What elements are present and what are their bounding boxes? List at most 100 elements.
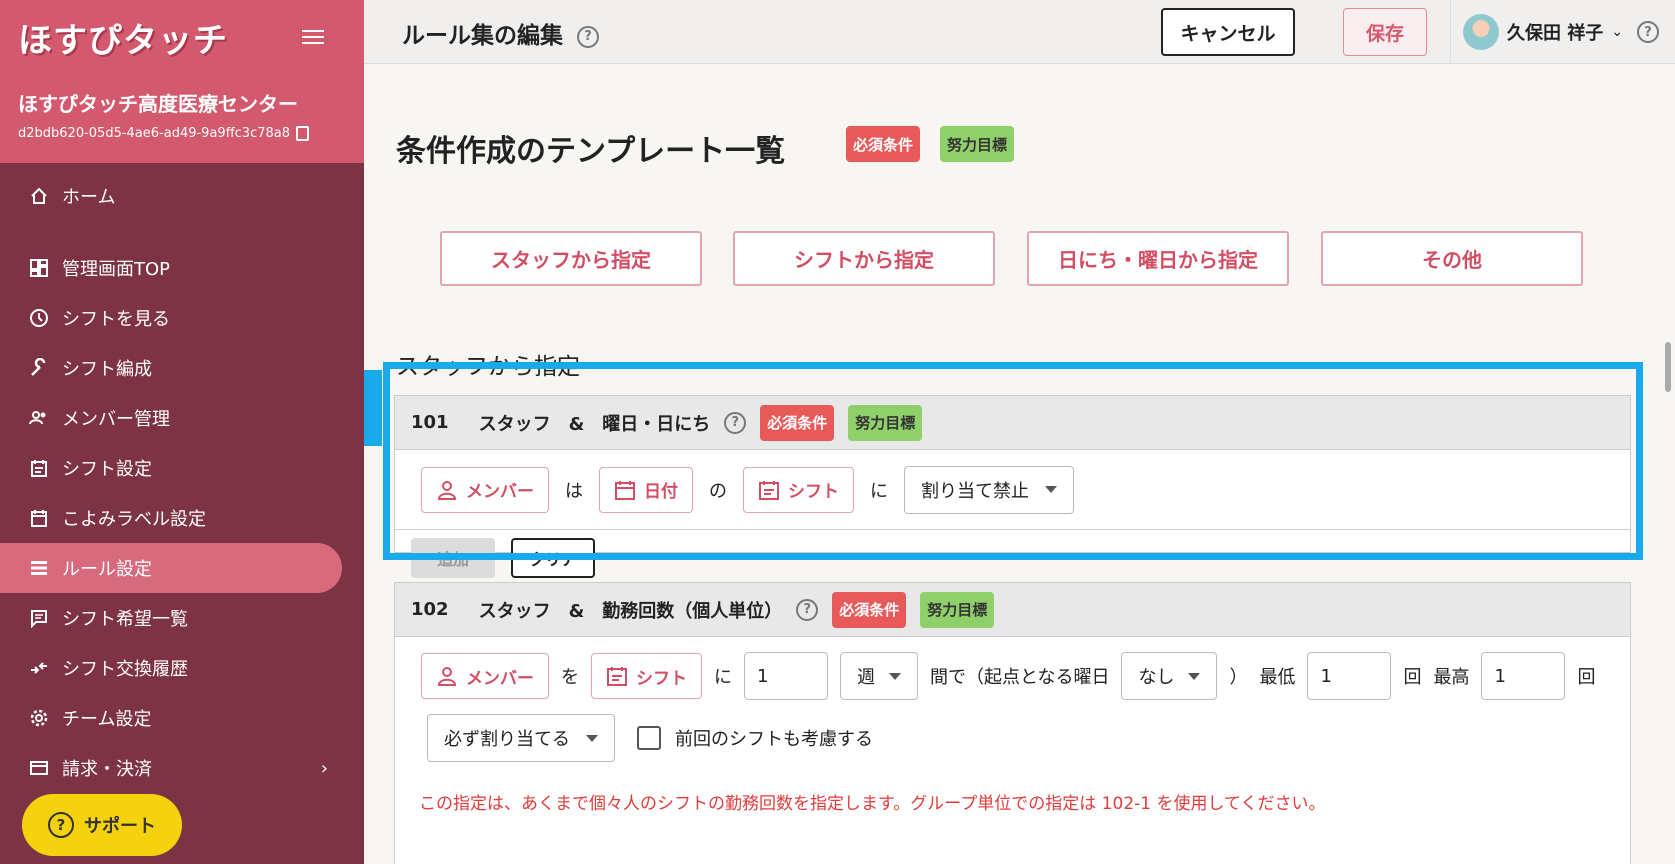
category-other-button[interactable]: その他 — [1321, 231, 1583, 286]
cancel-button[interactable]: キャンセル — [1161, 8, 1295, 56]
sidebar-item-rules[interactable]: ルール設定 — [0, 543, 342, 593]
avatar — [1463, 14, 1499, 50]
sidebar-item-label: チーム設定 — [62, 709, 152, 730]
unit-kai: 回 — [1577, 667, 1596, 688]
people-icon — [28, 407, 50, 429]
wrench-icon — [28, 357, 50, 379]
member-label: メンバー — [466, 668, 534, 689]
facility-id: d2bdb620-05d5-4ae6-ad49-9a9ffc3c78a8 — [18, 126, 290, 141]
sidebar-item-swap-history[interactable]: シフト交換履歴 — [0, 643, 364, 693]
unit-kai: 回 — [1403, 667, 1422, 688]
sidebar-nav: ホーム 管理画面TOP シフトを見る シフト編成 メンバー管理 シフト設定 こよ… — [0, 163, 364, 793]
calendar-grid-icon — [28, 507, 50, 529]
sidebar-item-shift-requests[interactable]: シフト希望一覧 — [0, 593, 364, 643]
clock-icon — [28, 307, 50, 329]
app-logo[interactable]: ほすぴタッチ — [18, 18, 258, 64]
app-root: ほすぴタッチ ほすぴタッチ高度医療センター d2bdb620-05d5-4ae6… — [0, 0, 1675, 864]
sidebar-item-label: こよみラベル設定 — [62, 509, 206, 530]
card-header: 102 スタッフ & 勤務回数（個人単位） ? 必須条件 努力目標 — [395, 583, 1630, 637]
category-staff-button[interactable]: スタッフから指定 — [440, 231, 702, 286]
count-input[interactable]: 1 — [744, 652, 828, 700]
home-icon — [28, 185, 50, 207]
facility-id-row: d2bdb620-05d5-4ae6-ad49-9a9ffc3c78a8 — [18, 126, 346, 141]
user-name: 久保田 祥子 — [1507, 23, 1604, 44]
sidebar-item-home[interactable]: ホーム — [0, 171, 364, 221]
effort-badge: 努力目標 — [920, 591, 995, 628]
sidebar-item-admin-top[interactable]: 管理画面TOP — [0, 243, 364, 293]
highlight-frame — [383, 362, 1643, 560]
question-icon: ? — [48, 812, 74, 838]
calendar-icon — [28, 457, 50, 479]
support-button[interactable]: ? サポート — [22, 794, 182, 856]
sidebar-item-calendar-label[interactable]: こよみラベル設定 — [0, 493, 364, 543]
top-bar: ルール集の編集 ? キャンセル 保存 久保田 祥子 ⌄ ? — [364, 0, 1675, 64]
card-condition-row: メンバー を シフト に 1 週 間で（起点となる曜日 なし ） 最低 1 回 … — [395, 637, 1630, 715]
help-icon[interactable]: ? — [796, 598, 819, 621]
sidebar-item-label: 管理画面TOP — [62, 259, 171, 280]
card-options-row: 必ず割り当てる 前回のシフトも考慮する — [395, 714, 1630, 762]
save-button[interactable]: 保存 — [1343, 8, 1427, 56]
shift-select-button[interactable]: シフト — [591, 653, 702, 699]
help-icon[interactable]: ? — [1637, 21, 1660, 43]
sidebar-item-label: ルール設定 — [62, 559, 152, 580]
consider-prev-checkbox[interactable] — [637, 726, 661, 750]
between-label: 間で（起点となる曜日 — [930, 667, 1110, 688]
dropdown-arrow-icon — [1188, 672, 1201, 680]
support-label: サポート — [84, 816, 156, 837]
required-badge: 必須条件 — [832, 591, 907, 628]
card-icon — [28, 757, 50, 779]
person-icon — [437, 667, 457, 686]
sidebar-item-label: シフト編成 — [62, 359, 152, 380]
sidebar-item-team-settings[interactable]: チーム設定 — [0, 693, 364, 743]
must-assign-value: 必ず割り当てる — [444, 729, 570, 750]
page-title: ルール集の編集 — [402, 23, 563, 49]
sidebar-item-billing[interactable]: 請求・決済 › — [0, 743, 364, 793]
category-date-button[interactable]: 日にち・曜日から指定 — [1027, 231, 1289, 286]
particle-ni: に — [714, 667, 732, 688]
particle-wo: を — [561, 667, 579, 688]
sidebar-item-label: シフト設定 — [62, 459, 152, 480]
shift-label: シフト — [636, 668, 687, 689]
sidebar-item-members[interactable]: メンバー管理 — [0, 393, 364, 443]
chevron-right-icon: › — [320, 758, 328, 779]
message-icon — [28, 607, 50, 629]
shift-calendar-icon — [607, 667, 627, 686]
rule-card-102: 102 スタッフ & 勤務回数（個人単位） ? 必須条件 努力目標 メンバー を… — [394, 582, 1631, 864]
menu-icon[interactable] — [302, 30, 324, 48]
sidebar-item-label: シフト交換履歴 — [62, 659, 188, 680]
dropdown-arrow-icon — [586, 734, 598, 742]
weekday-select[interactable]: なし — [1121, 652, 1218, 700]
close-paren: ） — [1229, 667, 1248, 688]
member-select-button[interactable]: メンバー — [421, 653, 549, 699]
consider-prev-label: 前回のシフトも考慮する — [675, 729, 873, 750]
required-badge: 必須条件 — [846, 126, 921, 162]
sidebar-item-label: 請求・決済 — [62, 759, 152, 780]
period-select[interactable]: 週 — [840, 652, 918, 700]
scrollbar[interactable] — [1665, 342, 1671, 392]
sidebar-item-label: シフト希望一覧 — [62, 609, 188, 630]
sidebar-item-label: シフトを見る — [62, 309, 170, 330]
min-input[interactable]: 1 — [1307, 652, 1392, 700]
page-title-row: ルール集の編集 ? — [402, 16, 600, 50]
must-assign-select[interactable]: 必ず割り当てる — [427, 714, 615, 762]
sidebar-item-shift-settings[interactable]: シフト設定 — [0, 443, 364, 493]
sidebar: ほすぴタッチ ほすぴタッチ高度医療センター d2bdb620-05d5-4ae6… — [0, 0, 364, 864]
min-label: 最低 — [1259, 667, 1296, 688]
dashboard-icon — [28, 257, 50, 279]
max-label: 最高 — [1433, 667, 1470, 688]
help-icon[interactable]: ? — [577, 25, 600, 48]
swap-icon — [28, 657, 50, 679]
list-icon — [28, 557, 50, 579]
sidebar-item-label: ホーム — [62, 187, 116, 208]
effort-badge: 努力目標 — [940, 126, 1015, 162]
max-input[interactable]: 1 — [1481, 652, 1566, 700]
dropdown-arrow-icon — [889, 672, 901, 680]
weekday-value: なし — [1138, 667, 1175, 688]
user-menu[interactable]: 久保田 祥子 ⌄ ? — [1450, 0, 1675, 64]
chevron-down-icon: ⌄ — [1611, 24, 1624, 40]
copy-icon[interactable] — [296, 126, 309, 141]
sidebar-item-shift-build[interactable]: シフト編成 — [0, 343, 364, 393]
category-shift-button[interactable]: シフトから指定 — [733, 231, 995, 286]
facility-name: ほすぴタッチ高度医療センター — [18, 92, 298, 116]
sidebar-item-view-shift[interactable]: シフトを見る — [0, 293, 364, 343]
